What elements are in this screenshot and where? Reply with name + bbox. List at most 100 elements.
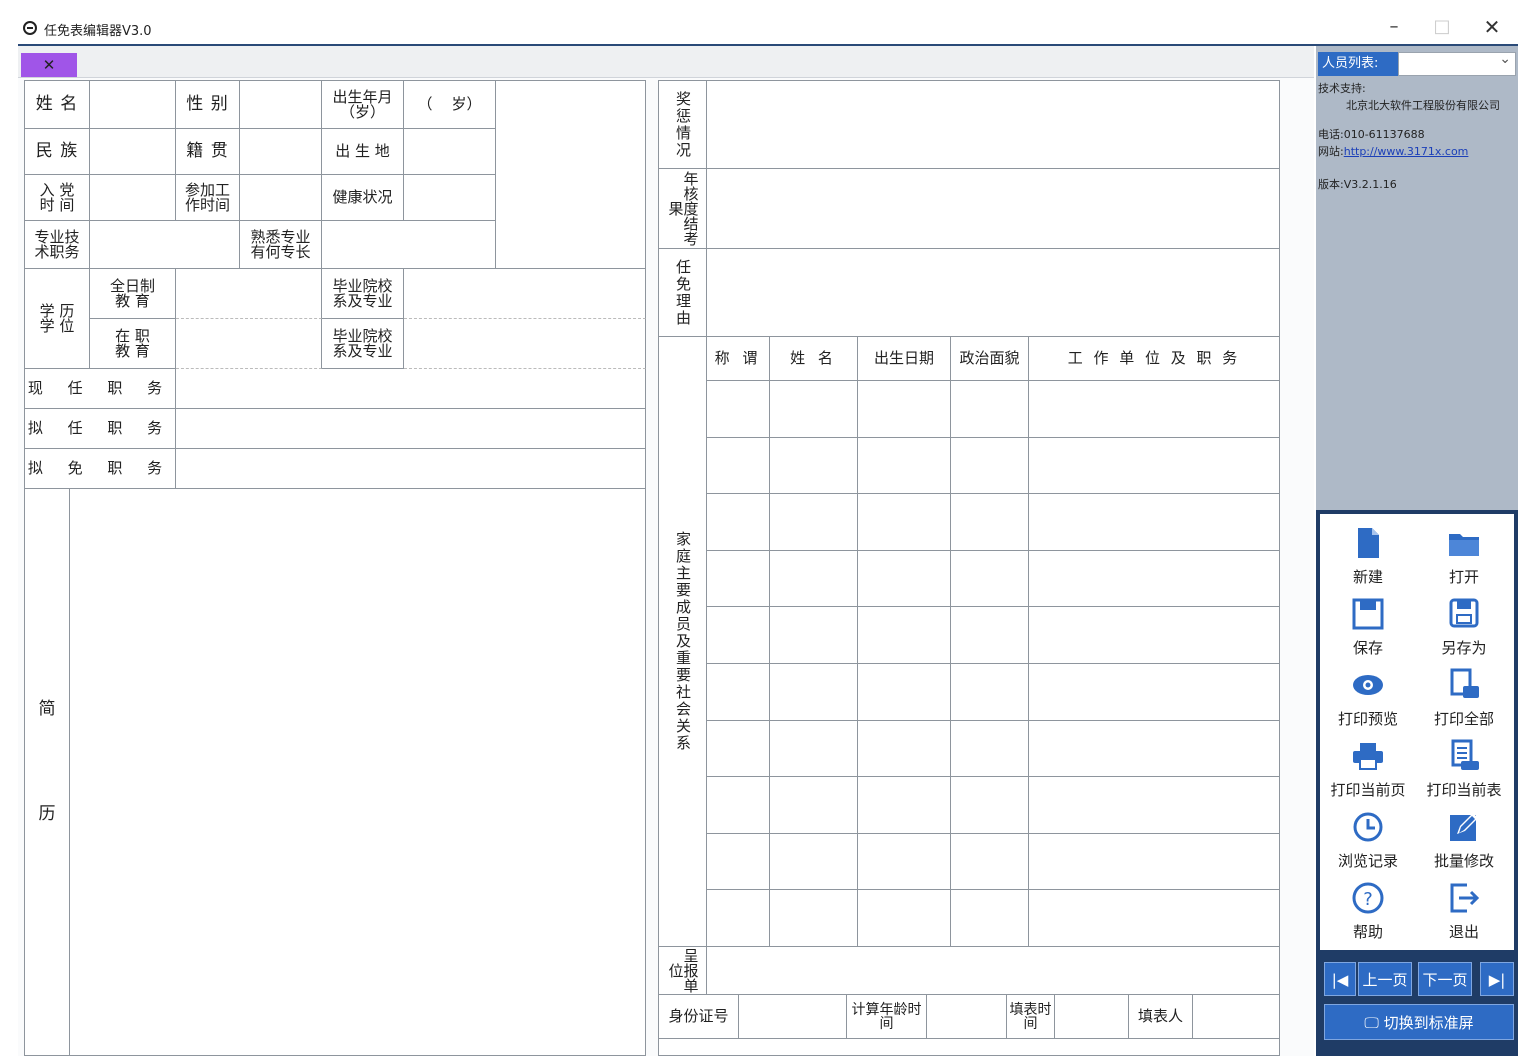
family-cell[interactable] [1029,890,1280,947]
health-field[interactable] [404,175,496,221]
family-cell[interactable] [1029,664,1280,721]
name-field[interactable] [90,81,176,129]
family-cell[interactable] [770,720,858,778]
minimize-button[interactable]: – [1374,12,1414,42]
family-cell[interactable] [858,437,951,495]
appointment-reason-field[interactable] [707,249,1280,337]
birthplace-field[interactable] [404,129,496,175]
specialty-field[interactable] [322,221,496,269]
family-cell[interactable] [858,550,951,608]
inservice-degree-field[interactable] [176,319,322,369]
family-cell[interactable] [707,890,770,947]
tool-folder-open-button[interactable]: 打开 [1416,518,1512,588]
family-cell[interactable] [951,381,1029,438]
gender-field[interactable] [240,81,322,129]
family-cell[interactable] [951,720,1029,778]
family-cell[interactable] [858,777,951,834]
close-window-button[interactable]: ✕ [1472,12,1512,42]
family-cell[interactable] [951,494,1029,551]
family-cell[interactable] [707,833,770,891]
family-cell[interactable] [707,720,770,778]
resume-field[interactable] [70,489,646,1056]
filler-field[interactable] [1193,995,1280,1039]
family-cell[interactable] [858,833,951,891]
prev-page-button[interactable]: 上一页 [1358,962,1412,996]
tool-save-button[interactable]: 保存 [1320,589,1416,659]
tool-print-all-button[interactable]: 打印全部 [1416,660,1512,730]
family-cell[interactable] [951,777,1029,834]
family-cell[interactable] [951,833,1029,891]
family-cell[interactable] [951,437,1029,495]
family-cell[interactable] [770,550,858,608]
current-post-field[interactable] [176,369,646,409]
fulltime-degree-field[interactable] [176,269,322,319]
tool-edit-button[interactable]: 批量修改 [1416,802,1512,872]
family-cell[interactable] [707,777,770,834]
last-page-button[interactable]: ▶| [1480,962,1514,996]
tool-print-table-button[interactable]: 打印当前表 [1416,731,1512,801]
family-cell[interactable] [1029,550,1280,608]
fulltime-school-field[interactable] [404,269,646,319]
family-cell[interactable] [707,494,770,551]
family-cell[interactable] [1029,720,1280,778]
annual-review-field[interactable] [707,169,1280,249]
family-cell[interactable] [707,607,770,664]
awards-field[interactable] [707,81,1280,169]
family-cell[interactable] [1029,381,1280,438]
family-cell[interactable] [707,550,770,608]
tool-printer-button[interactable]: 打印当前页 [1320,731,1416,801]
family-cell[interactable] [1029,437,1280,495]
family-cell[interactable] [770,664,858,721]
family-cell[interactable] [770,494,858,551]
family-cell[interactable] [770,890,858,947]
inservice-school-field[interactable] [404,319,646,369]
fill-time-field[interactable] [1055,995,1129,1039]
website-link[interactable]: http://www.3171x.com [1344,145,1469,158]
family-cell[interactable] [858,494,951,551]
work-start-field[interactable] [240,175,322,221]
tool-save-as-button[interactable]: 另存为 [1416,589,1512,659]
family-cell[interactable] [951,890,1029,947]
tool-new-file-button[interactable]: 新建 [1320,518,1416,588]
ethnicity-field[interactable] [90,129,176,175]
native-place-field[interactable] [240,129,322,175]
family-cell[interactable] [858,607,951,664]
family-cell[interactable] [770,833,858,891]
family-cell[interactable] [858,890,951,947]
family-cell[interactable] [951,607,1029,664]
next-page-button[interactable]: 下一页 [1418,962,1472,996]
proposed-post-field[interactable] [176,409,646,449]
family-cell[interactable] [707,381,770,438]
family-cell[interactable] [1029,607,1280,664]
tech-title-field[interactable] [90,221,240,269]
family-cell[interactable] [1029,494,1280,551]
tool-history-button[interactable]: 浏览记录 [1320,802,1416,872]
family-cell[interactable] [770,607,858,664]
family-cell[interactable] [770,381,858,438]
tool-eye-button[interactable]: 打印预览 [1320,660,1416,730]
family-cell[interactable] [858,381,951,438]
age-field[interactable]: （ 岁） [404,81,496,129]
report-unit-field[interactable] [707,947,1280,995]
family-cell[interactable] [770,437,858,495]
maximize-button[interactable]: □ [1422,12,1462,42]
switch-screen-button[interactable]: 🖵 切换到标准屏 [1324,1004,1514,1040]
family-cell[interactable] [951,550,1029,608]
family-cell[interactable] [1029,833,1280,891]
party-join-field[interactable] [90,175,176,221]
family-cell[interactable] [858,664,951,721]
family-cell[interactable] [951,664,1029,721]
family-cell[interactable] [1029,777,1280,834]
id-number-field[interactable] [739,995,847,1039]
calc-age-time-field[interactable] [927,995,1007,1039]
family-cell[interactable] [707,664,770,721]
family-cell[interactable] [858,720,951,778]
removed-post-field[interactable] [176,449,646,489]
tool-help-button[interactable]: ? 帮助 [1320,873,1416,943]
close-tab-button[interactable]: ✕ [21,53,77,77]
family-cell[interactable] [707,437,770,495]
first-page-button[interactable]: |◀ [1324,962,1356,996]
photo-area[interactable] [496,81,646,269]
tool-exit-button[interactable]: 退出 [1416,873,1512,943]
person-list-dropdown[interactable] [1398,51,1516,76]
